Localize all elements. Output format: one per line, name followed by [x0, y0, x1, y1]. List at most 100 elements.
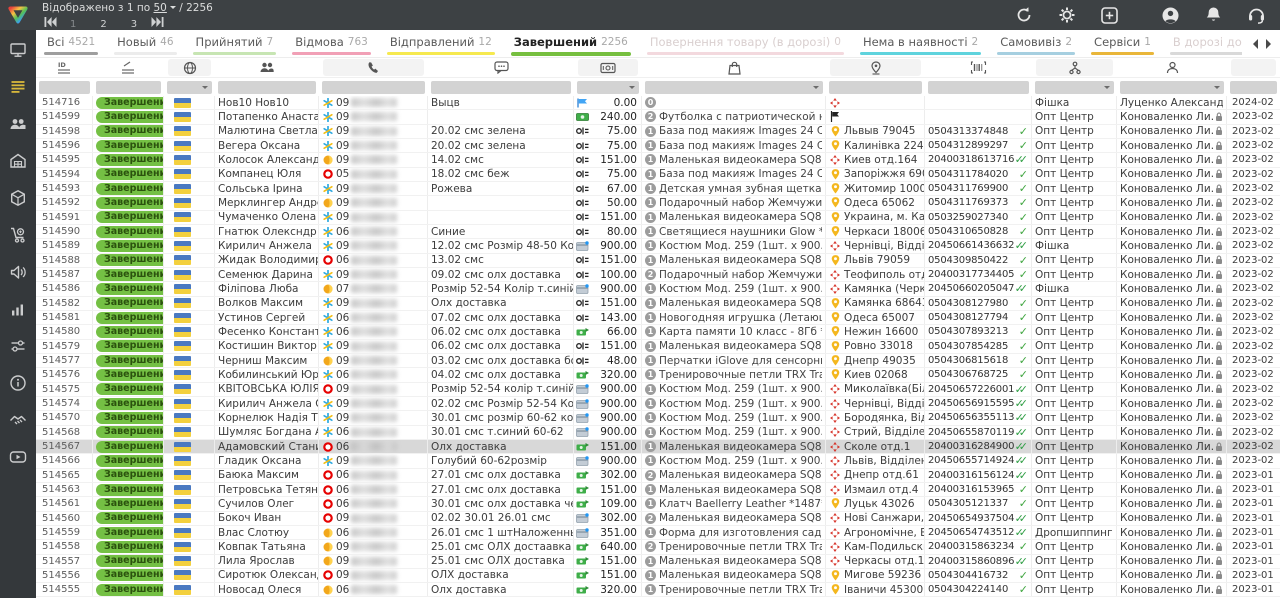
- order-status-tab[interactable]: Повернення товару (в дорозі) 0: [639, 30, 852, 58]
- table-row[interactable]: 514555 Завершений Новосад Олеся 06 Олх д…: [36, 583, 1280, 597]
- sidebar-item-statistics[interactable]: [8, 299, 28, 319]
- column-header-id[interactable]: ID: [36, 58, 93, 77]
- sidebar-item-info[interactable]: [8, 373, 28, 393]
- notifications-bell-icon[interactable]: [1204, 6, 1223, 25]
- filter-id[interactable]: [39, 81, 90, 94]
- filter-ttn[interactable]: [928, 81, 1029, 94]
- table-row[interactable]: 514591 Завершений Чумаченко Олена 09: [36, 211, 1280, 225]
- table-row[interactable]: 514567 Завершений Адамовский Станис… 06 …: [36, 440, 1280, 454]
- sidebar-item-purchases[interactable]: [8, 225, 28, 245]
- filter-payment[interactable]: [577, 81, 639, 94]
- column-header-source[interactable]: [1032, 58, 1117, 77]
- column-header-product[interactable]: [642, 58, 826, 77]
- table-row[interactable]: 514595 Завершений Колосок Александр 09 1…: [36, 153, 1280, 167]
- filter-status[interactable]: [96, 81, 161, 94]
- order-status-tab[interactable]: Прийнятий 7: [185, 30, 285, 58]
- filter-comment[interactable]: [431, 81, 571, 94]
- settings-gear-icon[interactable]: [1057, 6, 1076, 25]
- table-row[interactable]: 514587 Завершений Семенюк Дарина 09 09.0…: [36, 268, 1280, 282]
- order-status-tab[interactable]: Всі 4521: [36, 30, 106, 58]
- table-row[interactable]: 514566 Завершений Гладик Оксана 09 Голуб…: [36, 454, 1280, 468]
- page-number[interactable]: 1: [70, 19, 76, 30]
- table-row[interactable]: 514565 Завершений Баюка Максим 06 27.01 …: [36, 469, 1280, 483]
- filter-dropdown-icon[interactable]: [202, 86, 208, 92]
- order-status-tab[interactable]: Нема в наявності 2: [852, 30, 989, 58]
- table-row[interactable]: 514594 Завершений Компанец Юля 05 18.02 …: [36, 168, 1280, 182]
- filter-manager[interactable]: [1120, 81, 1224, 94]
- table-row[interactable]: 514557 Завершений Лила Ярослав 09 25.01 …: [36, 555, 1280, 569]
- column-header-manager[interactable]: [1117, 58, 1227, 77]
- table-row[interactable]: 514586 Завершений Філіпова Люба 07 Розмі…: [36, 282, 1280, 296]
- table-row[interactable]: 514592 Завершений Мерклингер Андрей 09: [36, 196, 1280, 210]
- table-row[interactable]: 514589 Завершений Кирилич Анжела 09 12.0…: [36, 239, 1280, 253]
- sidebar-item-products[interactable]: [8, 188, 28, 208]
- filter-dropdown-icon[interactable]: [813, 86, 819, 92]
- column-header-payment[interactable]: [574, 58, 642, 77]
- column-header-comment[interactable]: [428, 58, 574, 77]
- sidebar-item-clients[interactable]: [8, 114, 28, 134]
- page-number[interactable]: 2: [100, 19, 106, 30]
- order-status-tab[interactable]: Самовивіз 2: [989, 30, 1083, 58]
- sidebar-item-warehouse[interactable]: [8, 151, 28, 171]
- column-header-client[interactable]: [215, 58, 319, 77]
- column-header-status[interactable]: [93, 58, 164, 77]
- refresh-icon[interactable]: [1014, 6, 1033, 25]
- table-row[interactable]: 514599 Завершений Потапенко Анастас… 09: [36, 110, 1280, 124]
- page-number[interactable]: 3: [131, 19, 137, 30]
- order-status-tab[interactable]: Відмова 763: [284, 30, 379, 58]
- sidebar-item-partners[interactable]: [8, 410, 28, 430]
- filter-source[interactable]: [1035, 81, 1114, 94]
- table-row[interactable]: 514556 Завершений Сиротюк Олександр 09 О…: [36, 569, 1280, 583]
- support-headset-icon[interactable]: [1247, 6, 1266, 25]
- filter-date[interactable]: [1230, 81, 1277, 94]
- table-row[interactable]: 514574 Завершений Кирилич Анжела Ол… 09 …: [36, 397, 1280, 411]
- sidebar-item-orders[interactable]: [8, 77, 28, 97]
- filter-address[interactable]: [829, 81, 922, 94]
- filter-dropdown-icon[interactable]: [1214, 86, 1220, 92]
- first-page-button[interactable]: [42, 16, 58, 28]
- table-row[interactable]: 514582 Завершений Волков Максим 09 Олх д…: [36, 297, 1280, 311]
- filter-phone[interactable]: [322, 81, 425, 94]
- table-row[interactable]: 514558 Завершений Ковпак Татьяна 09 25.0…: [36, 540, 1280, 554]
- table-row[interactable]: 514581 Завершений Устинов Сергей 06 07.0…: [36, 311, 1280, 325]
- sidebar-item-video[interactable]: [8, 447, 28, 467]
- table-row[interactable]: 514568 Завершений Шумляс Богдана Ан… 06 …: [36, 426, 1280, 440]
- order-status-tab[interactable]: Сервіси 1: [1083, 30, 1162, 58]
- column-header-country[interactable]: [164, 58, 215, 77]
- table-row[interactable]: 514576 Завершений Кобилинський Юрий 06 0…: [36, 368, 1280, 382]
- filter-product[interactable]: [645, 81, 823, 94]
- table-row[interactable]: 514598 Завершений Малютина Светлана 09 2…: [36, 125, 1280, 139]
- table-row[interactable]: 514570 Завершений Корнелюк Надія Та… 09 …: [36, 411, 1280, 425]
- filter-dropdown-icon[interactable]: [629, 86, 635, 92]
- table-row[interactable]: 514588 Завершений Жидак Володимир 06 13.…: [36, 254, 1280, 268]
- table-row[interactable]: 514716 Завершений Нов10 Нов10 09 Выцв: [36, 96, 1280, 110]
- table-row[interactable]: 514590 Завершений Гнатюк Олексндр 06 Син…: [36, 225, 1280, 239]
- table-row[interactable]: 514577 Завершений Черниш Максим 09 03.02…: [36, 354, 1280, 368]
- order-status-tab[interactable]: Відправлений 12: [379, 30, 503, 58]
- filter-country[interactable]: [167, 81, 212, 94]
- table-row[interactable]: 514575 Завершений КВІТОВСЬКА ЮЛІЯ 09 Роз…: [36, 383, 1280, 397]
- table-row[interactable]: 514580 Завершений Фесенко Константин 06 …: [36, 325, 1280, 339]
- app-logo[interactable]: [0, 0, 36, 30]
- tab-scroll-right-icon[interactable]: [1266, 39, 1276, 49]
- filter-client[interactable]: [218, 81, 316, 94]
- table-row[interactable]: 514560 Завершений Бокоч Иван 09 02.02 30…: [36, 512, 1280, 526]
- table-row[interactable]: 514559 Завершений Влас Слотюу 06 26.01 с…: [36, 526, 1280, 540]
- order-status-tab[interactable]: Новый 46: [106, 30, 184, 58]
- column-header-address[interactable]: [826, 58, 925, 77]
- column-header-phone[interactable]: [319, 58, 428, 77]
- last-page-button[interactable]: [149, 16, 165, 28]
- sidebar-item-dashboard[interactable]: [8, 40, 28, 60]
- tab-scroll-left-icon[interactable]: [1248, 39, 1258, 49]
- table-row[interactable]: 514593 Завершений Сольська Ірина 09 Роже…: [36, 182, 1280, 196]
- order-status-tab[interactable]: Завершений 2256: [503, 30, 639, 58]
- table-row[interactable]: 514561 Завершений Сучилов Олег 06 30.01 …: [36, 497, 1280, 511]
- table-row[interactable]: 514563 Завершений Петровська Тетяна 06 2…: [36, 483, 1280, 497]
- account-icon[interactable]: [1161, 6, 1180, 25]
- column-header-date[interactable]: [1227, 58, 1280, 77]
- sidebar-item-marketing[interactable]: [8, 262, 28, 282]
- sidebar-item-settings[interactable]: [8, 336, 28, 356]
- page-size-dropdown[interactable]: 50: [154, 2, 167, 14]
- table-row[interactable]: 514596 Завершений Вегера Оксана 09 20.02…: [36, 139, 1280, 153]
- add-order-icon[interactable]: [1100, 6, 1119, 25]
